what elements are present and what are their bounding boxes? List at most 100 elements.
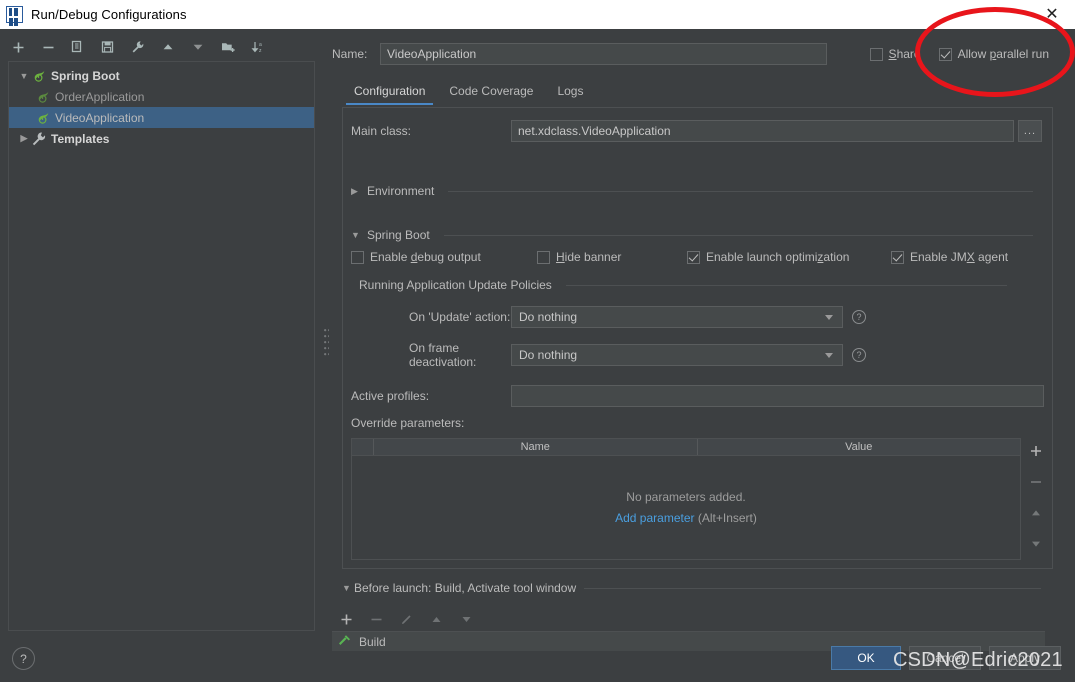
before-launch-label: Before launch: Build, Activate tool wind… <box>354 581 577 595</box>
apply-button[interactable]: Apply <box>989 646 1061 670</box>
override-parameters-table[interactable]: Name Value No parameters added. Add para… <box>351 438 1021 560</box>
tab-code-coverage[interactable]: Code Coverage <box>437 80 545 105</box>
main-class-browse-button[interactable]: ... <box>1018 120 1042 142</box>
environment-section-header[interactable]: ▶ Environment <box>351 184 1045 198</box>
ok-button[interactable]: OK <box>831 646 901 670</box>
parameter-move-up-button[interactable] <box>1027 504 1045 522</box>
parameter-move-down-button[interactable] <box>1027 535 1045 553</box>
before-launch-remove-button[interactable] <box>368 611 384 627</box>
chevron-right-icon[interactable]: ▶ <box>351 186 361 197</box>
before-launch-move-down-button[interactable] <box>458 611 474 627</box>
allow-parallel-run-label: Allow parallel run <box>957 47 1049 61</box>
before-launch-add-button[interactable] <box>338 611 354 627</box>
hide-banner-checkbox[interactable]: Hide banner <box>537 250 687 264</box>
on-frame-deactivation-label: On frame deactivation: <box>409 341 477 369</box>
tree-item-video-application[interactable]: VideoApplication <box>9 107 314 128</box>
on-update-action-label: On 'Update' action: <box>409 310 511 324</box>
override-parameters-side-toolbar <box>1023 438 1049 560</box>
on-update-action-row: On 'Update' action: Do nothing ? <box>351 306 1045 328</box>
svg-text:z: z <box>259 48 262 54</box>
chevron-down-icon[interactable]: ▼ <box>17 71 31 81</box>
tree-item-label: OrderApplication <box>55 89 145 104</box>
chevron-down-icon[interactable] <box>825 352 833 358</box>
close-icon[interactable]: ✕ <box>1029 0 1075 29</box>
on-update-action-value: Do nothing <box>519 310 578 324</box>
enable-launch-optimization-label: Enable launch optimization <box>706 250 850 264</box>
checkbox-box[interactable] <box>938 47 952 61</box>
spring-boot-section-header[interactable]: ▼ Spring Boot <box>351 228 1045 242</box>
configuration-tab-content: Main class: ... ▶ Environment ▼ Spring B… <box>342 107 1053 569</box>
table-column-header-value[interactable]: Value <box>698 439 1021 455</box>
panel-splitter[interactable] <box>322 29 332 639</box>
section-divider <box>443 234 1033 236</box>
checkbox-box[interactable] <box>891 250 904 264</box>
override-parameters-label: Override parameters: <box>351 416 465 430</box>
run-debug-configurations-dialog: az ▼ Spring Boot OrderApplication VideoA… <box>0 29 1075 682</box>
enable-jmx-agent-checkbox[interactable]: Enable JMX agent <box>891 250 1008 264</box>
configuration-options: Share Allow parallel run <box>869 41 1049 67</box>
chevron-right-icon[interactable]: ▶ <box>17 133 31 144</box>
on-update-action-help-icon[interactable]: ? <box>852 310 866 324</box>
on-frame-deactivation-row: On frame deactivation: Do nothing ? <box>351 341 1045 369</box>
configuration-editor-panel: Name: Share Allow parallel run Configura… <box>332 29 1075 639</box>
name-input[interactable] <box>380 43 827 65</box>
main-class-input[interactable] <box>511 120 1014 142</box>
update-policies-group-header: Running Application Update Policies <box>359 278 1019 292</box>
enable-debug-output-checkbox[interactable]: Enable debug output <box>351 250 537 264</box>
cancel-button[interactable]: Cancel <box>909 646 981 670</box>
splitter-grip-icon[interactable] <box>324 329 329 359</box>
remove-configuration-button[interactable] <box>38 37 58 57</box>
add-parameter-row: Add parameter (Alt+Insert) <box>615 511 757 525</box>
on-frame-deactivation-combobox[interactable]: Do nothing <box>511 344 843 366</box>
allow-parallel-run-checkbox[interactable]: Allow parallel run <box>938 47 1049 61</box>
empty-state-text: No parameters added. <box>626 490 746 504</box>
add-parameter-button[interactable] <box>1027 442 1045 460</box>
enable-launch-optimization-checkbox[interactable]: Enable launch optimization <box>687 250 891 264</box>
tree-item-order-application[interactable]: OrderApplication <box>9 86 314 107</box>
save-icon[interactable] <box>98 37 118 57</box>
chevron-down-icon[interactable]: ▼ <box>351 230 361 240</box>
before-launch-move-up-button[interactable] <box>428 611 444 627</box>
add-parameter-link[interactable]: Add parameter <box>615 511 694 525</box>
override-parameters-label-row: Override parameters: <box>351 416 464 430</box>
tab-logs[interactable]: Logs <box>545 80 595 105</box>
share-label: Share <box>888 47 921 61</box>
configuration-tabs: Configuration Code Coverage Logs <box>342 75 1075 105</box>
checkbox-box[interactable] <box>351 250 364 264</box>
intellij-idea-icon <box>6 6 23 23</box>
share-checkbox[interactable]: Share <box>869 47 921 61</box>
configurations-tree[interactable]: ▼ Spring Boot OrderApplication VideoAppl… <box>8 61 315 631</box>
tree-item-templates[interactable]: ▶ Templates <box>9 128 314 149</box>
main-class-label: Main class: <box>351 124 412 138</box>
chevron-down-icon[interactable] <box>825 314 833 320</box>
arrow-up-icon[interactable] <box>158 37 178 57</box>
table-column-header-name[interactable]: Name <box>374 439 698 455</box>
active-profiles-row: Active profiles: <box>351 385 1045 407</box>
copy-icon[interactable] <box>68 37 88 57</box>
on-update-action-combobox[interactable]: Do nothing <box>511 306 843 328</box>
tree-item-spring-boot[interactable]: ▼ Spring Boot <box>9 65 314 86</box>
sort-az-icon[interactable]: az <box>248 37 268 57</box>
on-frame-deactivation-help-icon[interactable]: ? <box>852 348 866 362</box>
help-button[interactable]: ? <box>12 647 35 670</box>
chevron-down-icon[interactable]: ▼ <box>342 583 354 593</box>
wrench-icon[interactable] <box>128 37 148 57</box>
remove-parameter-button[interactable] <box>1027 473 1045 491</box>
arrow-down-icon[interactable] <box>188 37 208 57</box>
tab-configuration[interactable]: Configuration <box>342 80 437 105</box>
tree-item-label: VideoApplication <box>55 110 145 125</box>
before-launch-header[interactable]: ▼ Before launch: Build, Activate tool wi… <box>342 581 1053 595</box>
add-configuration-button[interactable] <box>8 37 28 57</box>
spring-boot-section-label: Spring Boot <box>367 228 430 242</box>
checkbox-box[interactable] <box>687 250 700 264</box>
update-policies-group-label: Running Application Update Policies <box>359 278 552 292</box>
before-launch-task-label: Build <box>359 634 386 649</box>
hide-banner-label: Hide banner <box>556 250 622 264</box>
section-divider <box>584 587 1041 589</box>
wrench-icon <box>31 131 47 147</box>
active-profiles-input[interactable] <box>511 385 1044 407</box>
checkbox-box[interactable] <box>537 250 550 264</box>
folder-add-icon[interactable] <box>218 37 238 57</box>
pencil-icon[interactable] <box>398 611 414 627</box>
checkbox-box[interactable] <box>869 47 883 61</box>
